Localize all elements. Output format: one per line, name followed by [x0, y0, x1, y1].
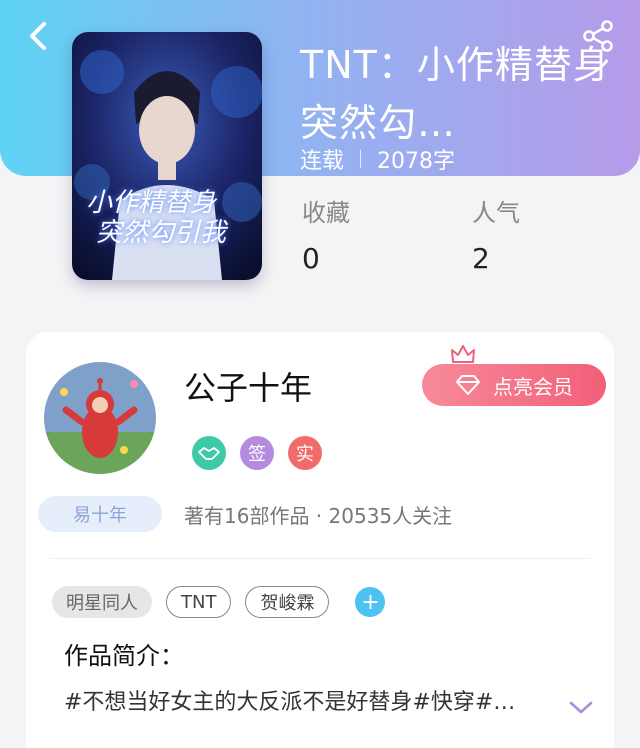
back-button[interactable] — [18, 16, 58, 56]
tag-item[interactable]: TNT — [166, 586, 232, 618]
author-level-badge: 易十年 — [38, 496, 162, 532]
handshake-badge — [192, 436, 226, 470]
intro-title: 作品简介： — [64, 642, 184, 670]
verified-badge: 实 — [288, 436, 322, 470]
author-avatar[interactable] — [44, 362, 156, 474]
popularity-label: 人气 — [472, 199, 520, 227]
tag-item[interactable]: 贺峻霖 — [245, 586, 330, 618]
cover-title-line2: 突然勾引我 — [96, 218, 227, 248]
favorites-label: 收藏 — [302, 199, 350, 227]
author-stats: 著有16部作品 · 20535人关注 — [184, 504, 453, 528]
book-cover[interactable]: 小作精替身 突然勾引我 — [72, 32, 262, 280]
add-tag-button[interactable]: + — [355, 587, 386, 617]
crown-icon — [451, 345, 475, 363]
tag-item[interactable]: 明星同人 — [52, 586, 152, 618]
author-name[interactable]: 公子十年 — [184, 368, 312, 408]
card-divider — [50, 558, 590, 559]
vip-button[interactable]: 点亮会员 — [422, 364, 606, 406]
cover-title-line1: 小作精替身 — [86, 188, 217, 218]
vip-button-label: 点亮会员 — [493, 374, 573, 399]
signed-badge: 签 — [240, 436, 274, 470]
popularity-stat: 人气 2 — [472, 198, 520, 276]
book-word-count: 2078字 — [377, 149, 456, 174]
plus-icon: + — [361, 589, 380, 615]
chevron-left-icon — [30, 22, 46, 50]
tag-list: 明星同人 TNT 贺峻霖 + — [52, 586, 386, 618]
favorites-value: 0 — [302, 242, 320, 275]
meta-divider — [360, 150, 362, 168]
avatar-image — [44, 362, 156, 474]
intro-text: #不想当好女主的大反派不是好替身#快穿#… — [64, 690, 516, 715]
favorites-stat: 收藏 0 — [302, 198, 350, 276]
handshake-icon — [198, 447, 220, 460]
popularity-value: 2 — [472, 242, 490, 275]
expand-button[interactable] — [568, 700, 594, 720]
book-meta: 连载 2078字 — [300, 143, 455, 175]
book-title: TNT：小作精替身突然勾… — [300, 43, 612, 145]
book-status: 连载 — [300, 149, 345, 174]
diamond-icon — [456, 375, 480, 395]
author-badges: 签 实 — [192, 436, 322, 470]
chevron-down-icon — [569, 701, 593, 714]
